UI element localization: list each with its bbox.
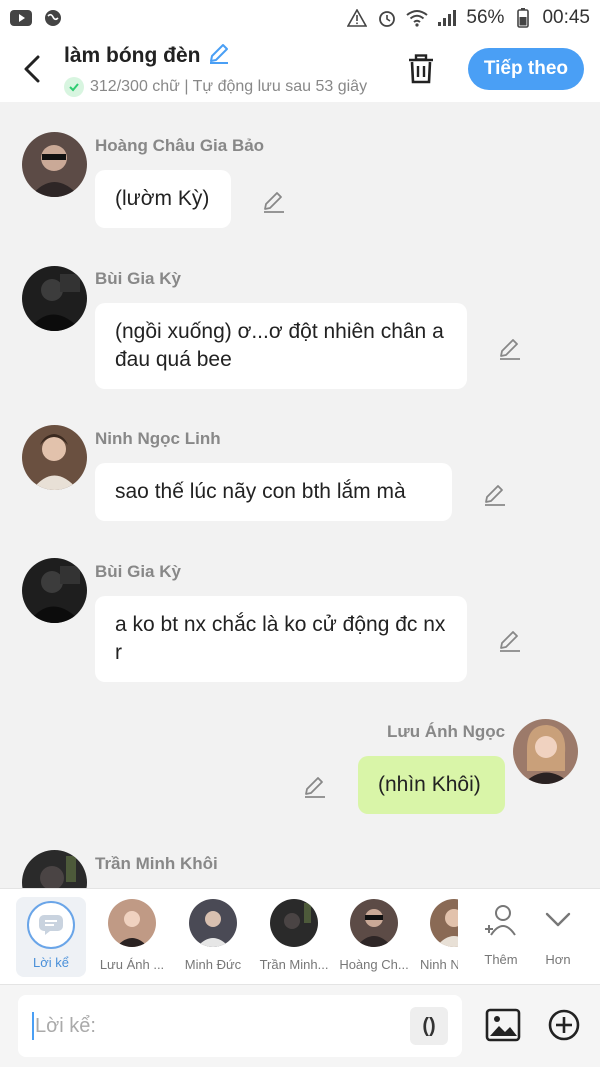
avatar[interactable]: [22, 425, 87, 490]
character-bar: Lời kể Lưu Ánh ... Minh Đức Trần Minh...…: [0, 888, 600, 984]
story-title[interactable]: làm bóng đèn: [64, 44, 201, 68]
avatar: [270, 899, 318, 947]
character-label: Hoàng Ch...: [339, 957, 409, 972]
character-label: Trần Minh...: [259, 957, 329, 972]
input-bar: Lời kể: (): [0, 984, 600, 1067]
chevron-left-icon: [24, 55, 40, 83]
plus-circle-icon: [548, 1009, 580, 1041]
character-label: Ninh N: [420, 957, 458, 972]
add-user-icon: [485, 905, 516, 936]
character-item[interactable]: Hoàng Ch...: [334, 899, 414, 972]
check-icon: [64, 77, 84, 97]
message-author: Lưu Ánh Ngọc: [387, 722, 506, 741]
character-label: Lời kể: [33, 955, 69, 970]
chevron-down-icon: [545, 912, 571, 927]
signal-icon: [436, 9, 458, 27]
edit-message-icon[interactable]: [497, 627, 523, 653]
edit-message-icon[interactable]: [302, 773, 328, 799]
message-bubble[interactable]: sao thế lúc nãy con bth lắm mà: [95, 463, 452, 521]
avatar[interactable]: [513, 719, 578, 784]
add-character-button[interactable]: Thêm: [471, 903, 531, 967]
next-button[interactable]: Tiếp theo: [467, 48, 584, 90]
alarm-icon: [376, 9, 398, 27]
edit-message-icon[interactable]: [482, 481, 508, 507]
add-character-label: Thêm: [484, 952, 518, 967]
character-item[interactable]: Ninh N: [414, 899, 458, 972]
edit-title-icon[interactable]: [207, 41, 231, 71]
image-icon: [485, 1008, 521, 1042]
edit-message-icon[interactable]: [261, 188, 287, 214]
message-author: Ninh Ngọc Linh: [95, 429, 221, 448]
avatar: [430, 899, 458, 947]
expand-button[interactable]: Hơn: [528, 903, 588, 967]
input-placeholder: Lời kể:: [35, 1014, 96, 1037]
clock: 00:45: [542, 7, 590, 28]
narration-icon: [27, 901, 75, 949]
chat-area: Hoàng Châu Gia Bảo (lườm Kỳ) Bùi Gia Kỳ …: [0, 102, 600, 888]
avatar: [350, 899, 398, 947]
battery-icon: [512, 8, 534, 28]
avatar[interactable]: [22, 132, 87, 197]
message-bubble[interactable]: (ngồi xuống) ơ...ơ đột nhiên chân a đau …: [95, 303, 467, 389]
expand-label: Hơn: [545, 952, 571, 967]
status-bar: 56% 00:45: [0, 0, 600, 36]
image-button[interactable]: [483, 1005, 523, 1045]
character-label: Minh Đức: [184, 957, 242, 972]
message-author: Bùi Gia Kỳ: [95, 562, 181, 581]
alert-icon: [346, 9, 368, 27]
message-bubble[interactable]: a ko bt nx chắc là ko cử động đc nx r: [95, 596, 467, 682]
add-button[interactable]: [544, 1005, 584, 1045]
character-item[interactable]: Minh Đức: [173, 899, 253, 972]
character-item[interactable]: Trần Minh...: [254, 899, 334, 972]
message-author: Trần Minh Khôi: [95, 854, 218, 873]
battery-percent: 56%: [466, 7, 505, 28]
edit-message-icon[interactable]: [497, 335, 523, 361]
character-label: Lưu Ánh ...: [99, 957, 165, 972]
message-bubble[interactable]: (lườm Kỳ): [95, 170, 231, 228]
delete-button[interactable]: [394, 42, 448, 96]
narration-input[interactable]: Lời kể: (): [18, 995, 462, 1057]
trash-icon: [408, 54, 433, 84]
youtube-icon: [10, 9, 32, 27]
title-block: làm bóng đèn 312/300 chữ | Tự động lưu s…: [64, 41, 394, 97]
word-counter: 312/300 chữ | Tự động lưu sau 53 giây: [90, 78, 368, 95]
character-narrator[interactable]: Lời kể: [16, 897, 86, 977]
avatar: [108, 899, 156, 947]
text-caret: [32, 1012, 34, 1040]
character-item[interactable]: Lưu Ánh ...: [92, 899, 172, 972]
header: làm bóng đèn 312/300 chữ | Tự động lưu s…: [0, 36, 600, 102]
message-bubble[interactable]: (nhìn Khôi): [358, 756, 505, 814]
parentheses-button[interactable]: (): [410, 1007, 448, 1045]
wifi-icon: [406, 9, 429, 27]
message-author: Bùi Gia Kỳ: [95, 269, 181, 288]
avatar[interactable]: [22, 850, 87, 888]
avatar[interactable]: [22, 266, 87, 331]
back-button[interactable]: [0, 36, 64, 102]
message-author: Hoàng Châu Gia Bảo: [95, 136, 265, 155]
avatar: [189, 899, 237, 947]
avatar[interactable]: [22, 558, 87, 623]
globe-icon: [42, 9, 64, 27]
